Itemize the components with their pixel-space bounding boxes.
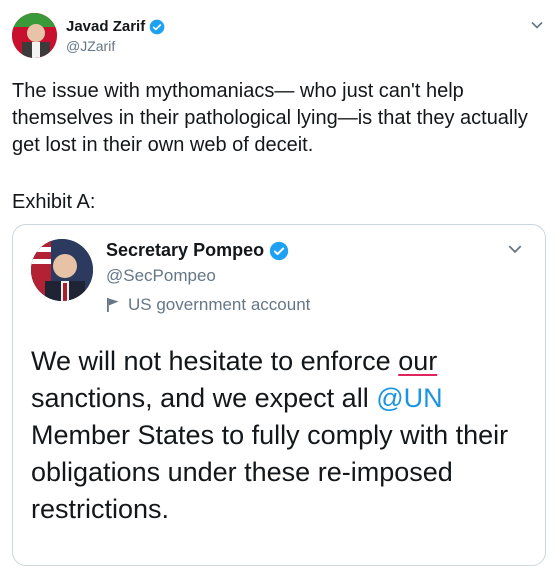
- avatar[interactable]: [12, 13, 57, 58]
- quoted-text-part: sanctions, and we expect all: [31, 383, 377, 413]
- quoted-author-handle[interactable]: @SecPompeo: [106, 266, 216, 286]
- government-account-label[interactable]: US government account: [106, 295, 310, 315]
- chevron-down-icon[interactable]: [507, 241, 523, 257]
- quoted-tweet[interactable]: Secretary Pompeo @SecPompeo US governmen…: [12, 224, 546, 566]
- mention-link[interactable]: @UN: [376, 383, 442, 413]
- author-handle[interactable]: @JZarif: [66, 38, 115, 54]
- author-name-row: Javad Zarif: [66, 18, 165, 35]
- quoted-tweet-text: We will not hesitate to enforce our sanc…: [31, 343, 531, 528]
- quoted-author-name[interactable]: Secretary Pompeo: [106, 240, 264, 261]
- author-name[interactable]: Javad Zarif: [66, 18, 145, 35]
- quoted-avatar-image: [31, 239, 93, 301]
- quoted-text-part: We will not hesitate to enforce: [31, 346, 399, 376]
- quoted-avatar[interactable]: [31, 239, 93, 301]
- chevron-down-icon[interactable]: [530, 18, 544, 32]
- exhibit-label: Exhibit A:: [12, 191, 96, 213]
- flag-icon: [107, 298, 119, 312]
- quoted-name-row: Secretary Pompeo: [106, 240, 289, 261]
- avatar-image: [12, 13, 57, 58]
- government-account-text: US government account: [128, 295, 311, 314]
- verified-icon: [269, 241, 289, 260]
- tweet-text: The issue with mythomaniacs— who just ca…: [12, 80, 528, 156]
- verified-icon: [149, 19, 165, 34]
- quoted-text-part: Member States to fully comply with their…: [31, 420, 509, 524]
- quoted-text-our: our: [398, 346, 438, 376]
